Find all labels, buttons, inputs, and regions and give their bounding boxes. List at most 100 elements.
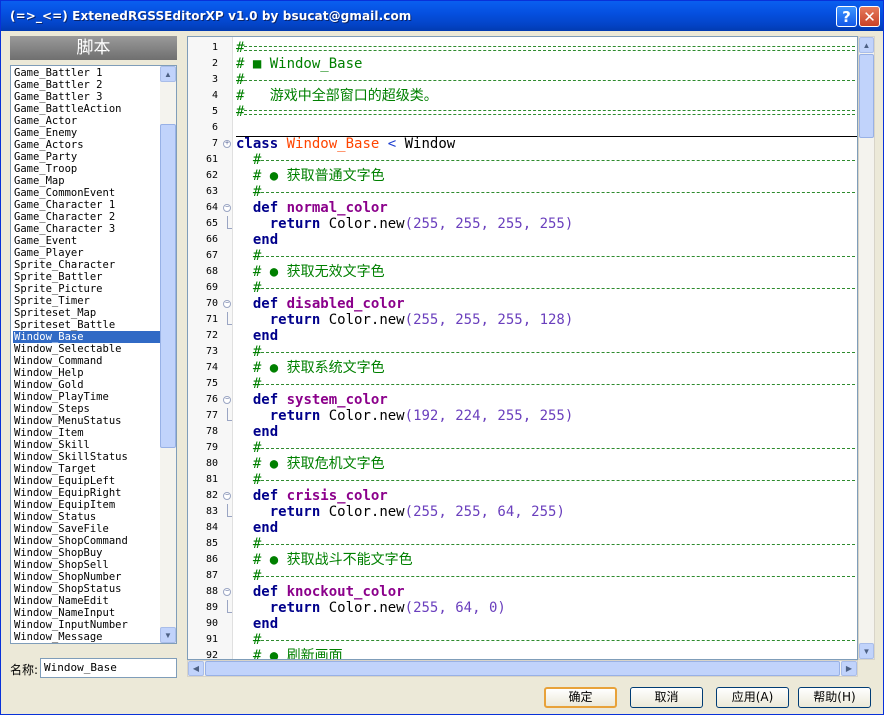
fold-collapse-icon[interactable]: −: [223, 492, 231, 500]
script-list-item[interactable]: Game_CommonEvent: [13, 187, 161, 199]
script-list-item[interactable]: Window_EquipItem: [13, 499, 161, 511]
script-list-item[interactable]: Window_ShopBuy: [13, 547, 161, 559]
script-list-item[interactable]: Window_Help: [13, 367, 161, 379]
script-list-item[interactable]: Window_Item: [13, 427, 161, 439]
script-list-item[interactable]: Window_Status: [13, 511, 161, 523]
line-number: 90: [205, 618, 218, 629]
comment-rule: [261, 480, 855, 481]
code-text: def knockout_color: [252, 584, 405, 600]
line-number: 78: [205, 426, 218, 437]
script-list-item[interactable]: Sprite_Battler: [13, 271, 161, 283]
script-list-scrollbar[interactable]: ▲ ▼: [160, 66, 176, 643]
script-list-item[interactable]: Game_Enemy: [13, 127, 161, 139]
help-title-button[interactable]: ?: [836, 6, 857, 27]
close-button[interactable]: ✕: [859, 6, 880, 27]
script-list-item[interactable]: Window_ShopSell: [13, 559, 161, 571]
script-list-item[interactable]: Window_MenuStatus: [13, 415, 161, 427]
script-list-item[interactable]: Game_Character 1: [13, 199, 161, 211]
name-label: 名称:: [10, 663, 39, 677]
script-list-item[interactable]: Window_Selectable: [13, 343, 161, 355]
script-list-item[interactable]: Sprite_Character: [13, 259, 161, 271]
script-list-item[interactable]: Window_NameEdit: [13, 595, 161, 607]
editor-hscroll-thumb[interactable]: [205, 661, 840, 676]
comment-rule: [261, 448, 855, 449]
code-line: 63 #: [188, 184, 857, 200]
line-number: 2: [211, 58, 218, 69]
scroll-up-arrow-icon[interactable]: ▲: [160, 66, 176, 82]
code-text: class Window_Base < Window: [236, 136, 456, 152]
editor-window: (=>_<=) ExtenedRGSSEditorXP v1.0 by bsuc…: [0, 0, 884, 715]
script-list-item[interactable]: Game_Battler 1: [13, 67, 161, 79]
scroll-thumb[interactable]: [160, 124, 176, 448]
script-list-item[interactable]: Game_BattleAction: [13, 103, 161, 115]
editor-scroll-right-arrow-icon[interactable]: ▶: [841, 661, 857, 676]
code-editor[interactable]: 1 #2 # ■ Window_Base 3 #4 # 游戏中全部窗口的超级类。 5 #6 7 c…: [187, 36, 858, 660]
script-list-item[interactable]: Game_Map: [13, 175, 161, 187]
code-text: end: [252, 328, 279, 344]
script-list-item[interactable]: Sprite_Timer: [13, 295, 161, 307]
script-list-item[interactable]: Window_InputNumber: [13, 619, 161, 631]
script-list-item[interactable]: Window_SaveFile: [13, 523, 161, 535]
script-list-item[interactable]: Game_Actor: [13, 115, 161, 127]
editor-scroll-left-arrow-icon[interactable]: ◀: [188, 661, 204, 676]
line-number: 6: [211, 122, 218, 133]
script-list-item[interactable]: Game_Player: [13, 247, 161, 259]
script-list-item[interactable]: Window_Message: [13, 631, 161, 643]
code-text: #: [236, 344, 262, 360]
fold-collapse-icon[interactable]: −: [223, 588, 231, 596]
title-bar[interactable]: (=>_<=) ExtenedRGSSEditorXP v1.0 by bsuc…: [1, 1, 883, 31]
script-list-item[interactable]: Window_EquipLeft: [13, 475, 161, 487]
script-list-item[interactable]: Game_Event: [13, 235, 161, 247]
fold-guide: [227, 408, 232, 421]
script-list-item[interactable]: Window_ShopStatus: [13, 583, 161, 595]
editor-scroll-down-arrow-icon[interactable]: ▼: [859, 643, 874, 659]
code-line: 1 #: [188, 40, 857, 56]
script-list-item[interactable]: Window_SkillStatus: [13, 451, 161, 463]
script-list-item[interactable]: Game_Character 3: [13, 223, 161, 235]
name-field[interactable]: Window_Base: [40, 658, 177, 678]
fold-expand-icon[interactable]: +: [223, 140, 231, 148]
script-list-item[interactable]: Game_Battler 2: [13, 79, 161, 91]
script-list-item[interactable]: Spriteset_Battle: [13, 319, 161, 331]
script-list-item[interactable]: Window_Skill: [13, 439, 161, 451]
comment-rule: [261, 384, 855, 385]
script-list-item[interactable]: Game_Actors: [13, 139, 161, 151]
fold-collapse-icon[interactable]: −: [223, 396, 231, 404]
script-list-item[interactable]: Game_Troop: [13, 163, 161, 175]
fold-collapse-icon[interactable]: −: [223, 300, 231, 308]
script-list-item[interactable]: Window_Target: [13, 463, 161, 475]
line-number: 86: [205, 554, 218, 565]
script-list-item[interactable]: Window_Gold: [13, 379, 161, 391]
editor-horizontal-scrollbar[interactable]: ◀ ▶: [187, 660, 858, 677]
script-list-item[interactable]: Game_Character 2: [13, 211, 161, 223]
ok-button[interactable]: 确定: [544, 687, 617, 708]
script-list-item[interactable]: Sprite_Picture: [13, 283, 161, 295]
script-list-item[interactable]: Window_ShopNumber: [13, 571, 161, 583]
script-list-item[interactable]: Game_Party: [13, 151, 161, 163]
code-line: 71 return Color.new(255, 255, 255, 128): [188, 312, 857, 328]
script-list-item[interactable]: Window_PlayTime: [13, 391, 161, 403]
code-text: # 游戏中全部窗口的超级类。: [236, 88, 438, 104]
scroll-down-arrow-icon[interactable]: ▼: [160, 627, 176, 643]
script-list[interactable]: Game_Battler 1 Game_Battler 2 Game_Battler…: [10, 65, 177, 644]
script-list-item[interactable]: Game_Battler 3: [13, 91, 161, 103]
editor-vertical-scrollbar[interactable]: ▲ ▼: [858, 36, 875, 660]
script-list-item[interactable]: Window_Command: [13, 355, 161, 367]
line-number: 3: [211, 74, 218, 85]
script-list-item[interactable]: Window_EquipRight: [13, 487, 161, 499]
code-line: 85 #: [188, 536, 857, 552]
script-list-item[interactable]: Window_Base: [13, 331, 161, 343]
editor-scroll-up-arrow-icon[interactable]: ▲: [859, 37, 874, 53]
script-list-item[interactable]: Window_Steps: [13, 403, 161, 415]
code-line: 79 #: [188, 440, 857, 456]
help-button[interactable]: 帮助(H): [798, 687, 871, 708]
editor-scroll-thumb[interactable]: [859, 54, 874, 138]
comment-rule: [244, 110, 855, 115]
script-list-item[interactable]: Window_ShopCommand: [13, 535, 161, 547]
code-line: 67 #: [188, 248, 857, 264]
fold-collapse-icon[interactable]: −: [223, 204, 231, 212]
apply-button[interactable]: 应用(A): [716, 687, 789, 708]
cancel-button[interactable]: 取消: [630, 687, 703, 708]
script-list-item[interactable]: Window_NameInput: [13, 607, 161, 619]
script-list-item[interactable]: Spriteset_Map: [13, 307, 161, 319]
